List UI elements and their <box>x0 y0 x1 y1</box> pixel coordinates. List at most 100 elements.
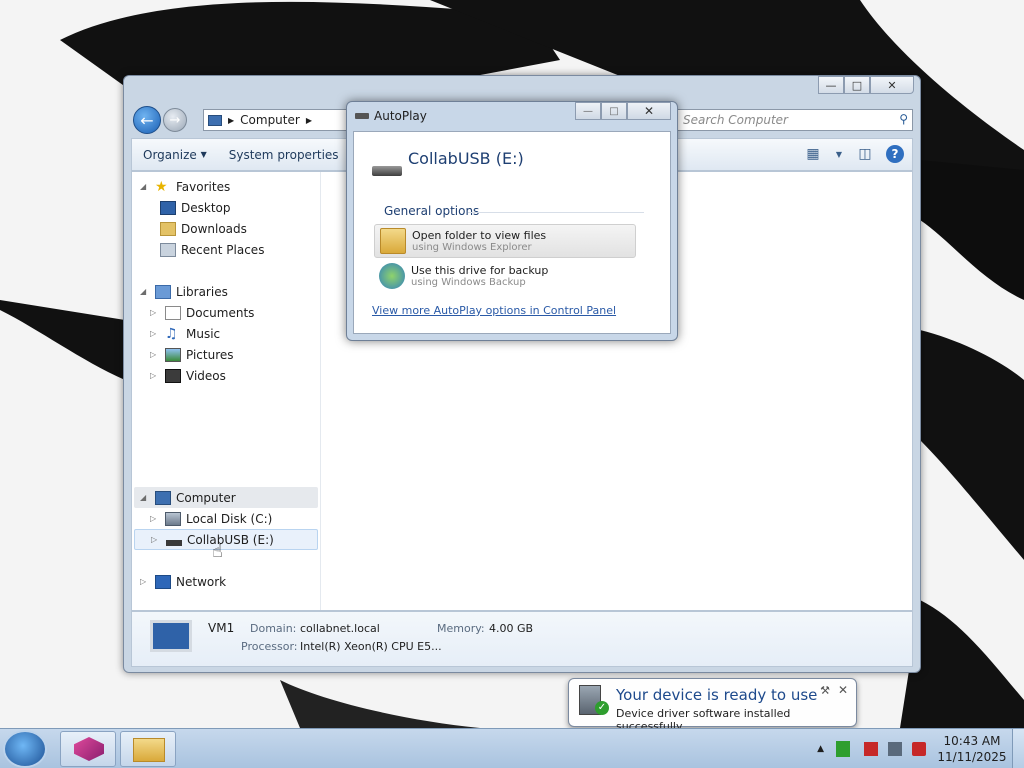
pictures-icon <box>165 347 181 362</box>
usb-drive-large-icon <box>372 166 402 176</box>
breadcrumb-computer[interactable]: Computer <box>240 113 300 127</box>
view-options-icon[interactable]: ▦ <box>802 143 824 165</box>
tree-label: Recent Places <box>181 242 265 257</box>
back-button[interactable]: ← <box>133 106 161 134</box>
tree-item-libraries[interactable]: ◢ Libraries <box>140 281 228 302</box>
show-desktop-button[interactable] <box>1012 729 1024 768</box>
expanded-arrow-icon[interactable]: ◢ <box>140 182 150 191</box>
usb-tray-icon[interactable] <box>836 741 850 757</box>
collapsed-arrow-icon[interactable]: ▷ <box>151 535 161 544</box>
maximize-button: □ <box>601 102 627 120</box>
tree-label: Downloads <box>181 221 247 236</box>
tree-item-collabusb[interactable]: ▷ CollabUSB (E:) <box>134 529 318 550</box>
tree-item-music[interactable]: ▷ ♫ Music <box>150 323 220 344</box>
toolbar-right: ▦ ▼ ◫ ? <box>802 143 904 165</box>
tree-label: Computer <box>176 490 236 505</box>
processor-label: Processor: <box>241 640 298 653</box>
search-icon[interactable]: ⚲ <box>899 112 908 126</box>
tree-label: Favorites <box>176 179 231 194</box>
documents-icon <box>165 305 181 320</box>
taskbar-app-explorer[interactable] <box>120 731 176 767</box>
app-shield-icon <box>74 737 104 761</box>
collapsed-arrow-icon[interactable]: ▷ <box>140 577 150 586</box>
option-subtitle: using Windows Explorer <box>412 242 532 253</box>
expanded-arrow-icon[interactable]: ◢ <box>140 287 150 296</box>
section-heading: General options <box>384 204 480 218</box>
chevron-down-icon: ▼ <box>200 150 207 159</box>
clock[interactable]: 10:43 AM 11/11/2025 <box>932 733 1012 765</box>
control-panel-link[interactable]: View more AutoPlay options in Control Pa… <box>372 304 616 317</box>
maximize-button[interactable]: □ <box>844 76 870 94</box>
tree-item-recent-places[interactable]: Recent Places <box>160 239 264 260</box>
local-disk-icon <box>165 511 181 526</box>
organize-button[interactable]: Organize ▼ <box>132 139 218 170</box>
collapsed-arrow-icon[interactable]: ▷ <box>150 329 160 338</box>
forward-button[interactable]: → <box>163 108 187 132</box>
expanded-arrow-icon[interactable]: ◢ <box>140 493 150 502</box>
tree-label: Network <box>176 574 227 589</box>
tree-item-favorites[interactable]: ◢ ★ Favorites <box>140 176 230 197</box>
details-pane: VM1 Domain: collabnet.local Memory: 4.00… <box>131 611 913 667</box>
collapsed-arrow-icon[interactable]: ▷ <box>150 350 160 359</box>
system-tray: ▲ 10:43 AM 11/11/2025 <box>817 729 1024 768</box>
breadcrumb-chevron-icon[interactable]: ▶ <box>228 116 234 125</box>
computer-name: VM1 <box>208 621 235 635</box>
processor-value: Intel(R) Xeon(R) CPU E5... <box>300 640 442 653</box>
tree-item-network[interactable]: ▷ Network <box>140 571 226 592</box>
notification-balloon[interactable]: ✓ Your device is ready to use Device dri… <box>568 678 857 733</box>
navigation-pane: ◢ ★ Favorites Desktop Downloads Recent Pla… <box>132 172 321 610</box>
option-backup[interactable]: Use this drive for backup using Windows … <box>374 260 636 294</box>
search-placeholder: Search Computer <box>683 113 788 127</box>
taskbar-app-shield[interactable] <box>60 731 116 767</box>
start-button[interactable] <box>3 730 47 768</box>
collapsed-arrow-icon[interactable]: ▷ <box>150 371 160 380</box>
backup-icon <box>379 263 405 289</box>
recent-places-icon <box>160 242 176 257</box>
tree-item-desktop[interactable]: Desktop <box>160 197 231 218</box>
chevron-down-icon[interactable]: ▼ <box>834 143 844 165</box>
section-divider <box>468 212 644 213</box>
window-controls: — □ ✕ <box>818 76 914 94</box>
option-title: Use this drive for backup <box>411 264 549 277</box>
dialog-window-controls: — □ ✕ <box>575 102 671 120</box>
minimize-button[interactable]: — <box>818 76 844 94</box>
tree-item-local-disk[interactable]: ▷ Local Disk (C:) <box>150 508 272 529</box>
help-icon[interactable]: ? <box>886 145 904 163</box>
close-icon[interactable]: ✕ <box>838 683 848 697</box>
preview-pane-icon[interactable]: ◫ <box>854 143 876 165</box>
tree-item-pictures[interactable]: ▷ Pictures <box>150 344 234 365</box>
pin-icon[interactable]: ⚒ <box>820 684 830 697</box>
taskbar: ▲ 10:43 AM 11/11/2025 <box>0 728 1024 768</box>
dialog-title: AutoPlay <box>374 109 427 123</box>
autoplay-dialog: AutoPlay — □ ✕ CollabUSB (E:) General op… <box>346 101 678 341</box>
music-icon: ♫ <box>165 325 178 342</box>
libraries-icon <box>155 284 171 299</box>
close-button[interactable]: ✕ <box>627 102 671 120</box>
system-properties-button[interactable]: System properties <box>218 139 350 170</box>
minimize-button[interactable]: — <box>575 102 601 120</box>
network-status-icon[interactable] <box>888 742 902 756</box>
computer-large-icon <box>150 620 192 652</box>
tree-item-videos[interactable]: ▷ Videos <box>150 365 226 386</box>
close-button[interactable]: ✕ <box>870 76 914 94</box>
option-title: Open folder to view files <box>412 229 547 242</box>
memory-label: Memory: <box>437 622 485 635</box>
collapsed-arrow-icon[interactable]: ▷ <box>150 308 160 317</box>
clock-date: 11/11/2025 <box>937 750 1007 764</box>
star-icon: ★ <box>155 178 168 195</box>
option-open-folder[interactable]: Open folder to view files using Windows … <box>374 224 636 258</box>
volume-muted-icon[interactable] <box>912 742 926 756</box>
search-input[interactable]: Search Computer ⚲ <box>676 109 913 131</box>
tree-item-documents[interactable]: ▷ Documents <box>150 302 254 323</box>
action-center-icon[interactable] <box>864 742 878 756</box>
tree-label: Videos <box>186 368 226 383</box>
option-subtitle: using Windows Backup <box>411 277 526 288</box>
collapsed-arrow-icon[interactable]: ▷ <box>150 514 160 523</box>
tree-item-computer[interactable]: ◢ Computer <box>134 487 318 508</box>
breadcrumb-chevron-icon[interactable]: ▶ <box>306 116 312 125</box>
folder-icon <box>380 228 406 254</box>
show-hidden-icons-icon[interactable]: ▲ <box>817 744 824 754</box>
usb-drive-icon <box>355 113 369 119</box>
tree-item-downloads[interactable]: Downloads <box>160 218 247 239</box>
computer-icon <box>208 114 222 126</box>
